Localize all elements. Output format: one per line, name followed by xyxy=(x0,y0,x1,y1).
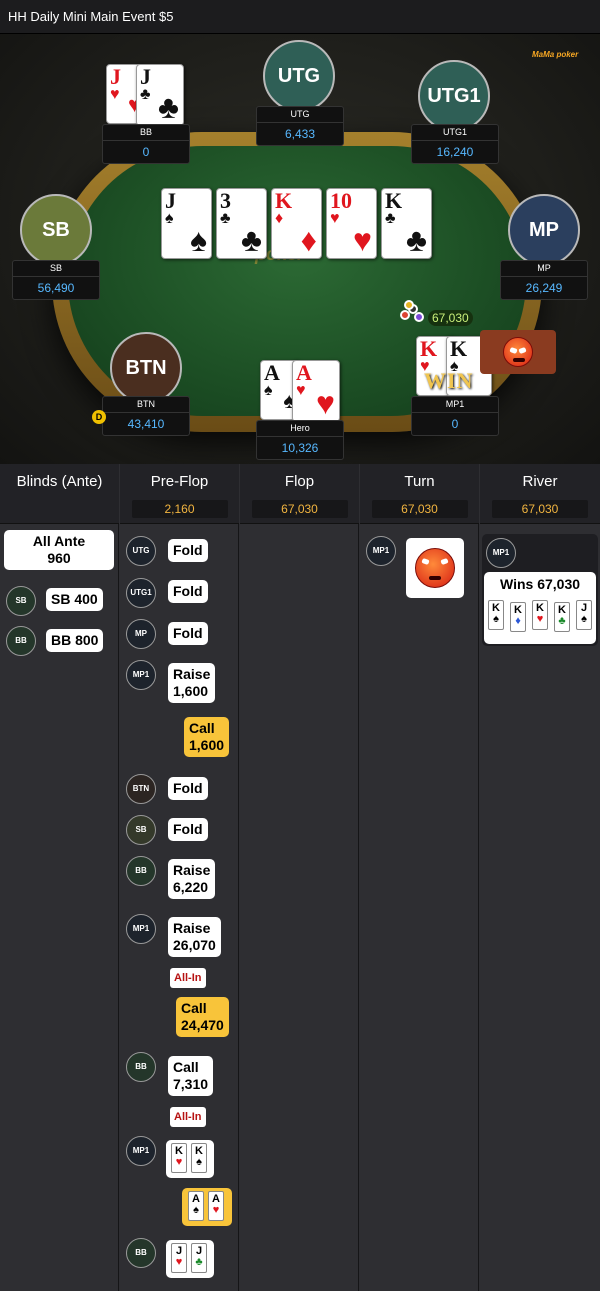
bb-hole-card-2: J ♣ ♣ xyxy=(136,64,184,126)
pos-chip-bb-2: BB xyxy=(126,856,156,886)
board-card-3: K ♦ ♦ xyxy=(271,188,322,259)
action-sb-fold: Fold xyxy=(168,818,208,841)
hero-hole-card-2: A ♥ ♥ xyxy=(292,360,340,422)
action-bb-call: Call 7,310 xyxy=(168,1056,214,1096)
poker-table-view: poker MaMa poker J♥♥ J♣♣ BB0 UTG UTG6,43… xyxy=(0,34,600,464)
column-header-flop: Flop 67,030 xyxy=(240,464,359,524)
board-card-2: 3 ♣ ♣ xyxy=(216,188,267,259)
column-header-river: River 67,030 xyxy=(480,464,600,524)
seat-plate-hero: Hero 10,326 xyxy=(256,420,344,460)
pos-chip-mp1-river: MP1 xyxy=(486,538,516,568)
mini-card: A ♥ xyxy=(208,1191,224,1221)
pos-chip-mp: MP xyxy=(126,619,156,649)
avatar-btn: BTN xyxy=(110,332,182,404)
showdown-mp1-cards: K ♥ K ♠ xyxy=(166,1140,214,1178)
showdown-hero-cards: A ♠ A ♥ xyxy=(182,1188,232,1226)
win-banner: WIN xyxy=(424,368,474,393)
mini-card: J ♣ xyxy=(191,1243,207,1273)
pos-chip-mp1-3: MP1 xyxy=(126,1136,156,1166)
allin-badge-bb: All-In xyxy=(170,1107,206,1127)
dealer-button-icon: D xyxy=(92,410,106,424)
action-bb-raise: Raise 6,220 xyxy=(168,859,216,899)
action-utg1-fold: Fold xyxy=(168,580,208,603)
board-card-5: K ♣ ♣ xyxy=(381,188,432,259)
hand-history-screen: HH Daily Mini Main Event $5 poker MaMa p… xyxy=(0,0,600,1291)
pos-chip-mp1: MP1 xyxy=(126,660,156,690)
action-utg-fold: Fold xyxy=(168,539,208,562)
avatar-sb: SB xyxy=(20,194,92,266)
best-hand-card: J ♠ xyxy=(576,600,592,630)
seat-plate-bb: BB 0 xyxy=(102,124,190,164)
bb-blind-amount: BB 800 xyxy=(46,629,104,652)
sb-blind-amount: SB 400 xyxy=(46,588,103,611)
board-card-1: J ♠ ♠ xyxy=(161,188,212,259)
river-wins-box: Wins 67,030 K ♠ K ♦ K ♥ K ♣ J ♠ xyxy=(484,572,596,644)
all-ante-box: All Ante 960 xyxy=(4,530,114,570)
wins-amount: Wins 67,030 xyxy=(499,576,581,592)
board-card-4: 10 ♥ ♥ xyxy=(326,188,377,259)
pos-chip-sb-2: SB xyxy=(126,815,156,845)
pos-chip-btn: BTN xyxy=(126,774,156,804)
column-header-blinds: Blinds (Ante) xyxy=(0,464,119,524)
action-btn-fold: Fold xyxy=(168,777,208,800)
action-history: Blinds (Ante) All Ante 960 SB SB 400 BB B… xyxy=(0,464,600,1291)
pot-chips-icon xyxy=(398,298,428,328)
showdown-bb-cards: J ♥ J ♣ xyxy=(166,1240,214,1278)
best-hand-card: K ♥ xyxy=(532,600,548,630)
column-river: River 67,030 MP1 Wins 67,030 K ♠ K ♦ K ♥ K ♣ … xyxy=(480,464,600,1291)
best-hand-card: K ♣ xyxy=(554,602,570,632)
avatar-mp: MP xyxy=(508,194,580,266)
avatar-utg: UTG xyxy=(263,40,335,112)
best-hand-card: K ♦ xyxy=(510,602,526,632)
column-header-preflop: Pre-Flop 2,160 xyxy=(120,464,239,524)
seat-plate-sb: SB 56,490 xyxy=(12,260,100,300)
pot-amount: 67,030 xyxy=(428,310,473,326)
column-preflop: Pre-Flop 2,160 UTG Fold UTG1 Fold MP Fold… xyxy=(120,464,239,1291)
turn-emote-box xyxy=(406,538,464,598)
emote-box xyxy=(480,330,556,374)
best-hand-card: K ♠ xyxy=(488,600,504,630)
pos-chip-mp1-turn: MP1 xyxy=(366,536,396,566)
mini-card: K ♠ xyxy=(191,1143,207,1173)
column-flop: Flop 67,030 xyxy=(240,464,359,1291)
mini-card: J ♥ xyxy=(171,1243,187,1273)
allin-badge-mp1: All-In xyxy=(170,968,206,988)
angry-face-icon xyxy=(503,337,533,367)
column-turn: Turn 67,030 MP1 xyxy=(360,464,479,1291)
avatar-utg1: UTG1 xyxy=(418,60,490,132)
action-mp-fold: Fold xyxy=(168,622,208,645)
window-title: HH Daily Mini Main Event $5 xyxy=(0,0,600,34)
action-mp1-raise: Raise 1,600 xyxy=(168,663,216,703)
pos-chip-mp1-2: MP1 xyxy=(126,914,156,944)
pos-chip-utg1: UTG1 xyxy=(126,578,156,608)
mini-card: A ♠ xyxy=(188,1191,204,1221)
seat-plate-btn: BTN 43,410 xyxy=(102,396,190,436)
brand-logo: MaMa poker xyxy=(532,50,579,59)
pos-chip-bb-3: BB xyxy=(126,1052,156,1082)
mini-card: K ♥ xyxy=(171,1143,187,1173)
seat-plate-utg: UTG 6,433 xyxy=(256,106,344,146)
column-blinds: Blinds (Ante) All Ante 960 SB SB 400 BB B… xyxy=(0,464,119,1291)
pos-chip-utg: UTG xyxy=(126,536,156,566)
seat-plate-mp: MP 26,249 xyxy=(500,260,588,300)
column-header-turn: Turn 67,030 xyxy=(360,464,479,524)
seat-plate-utg1: UTG1 16,240 xyxy=(411,124,499,164)
pos-chip-bb-4: BB xyxy=(126,1238,156,1268)
action-mp1-raise-2: Raise 26,070 xyxy=(168,917,221,957)
action-hero-call-2: Call 24,470 xyxy=(176,997,229,1037)
angry-face-icon xyxy=(415,548,455,588)
seat-plate-mp1: MP1 0 xyxy=(411,396,499,436)
pos-chip-bb: BB xyxy=(6,626,36,656)
action-hero-call: Call 1,600 xyxy=(184,717,230,757)
pos-chip-sb: SB xyxy=(6,586,36,616)
